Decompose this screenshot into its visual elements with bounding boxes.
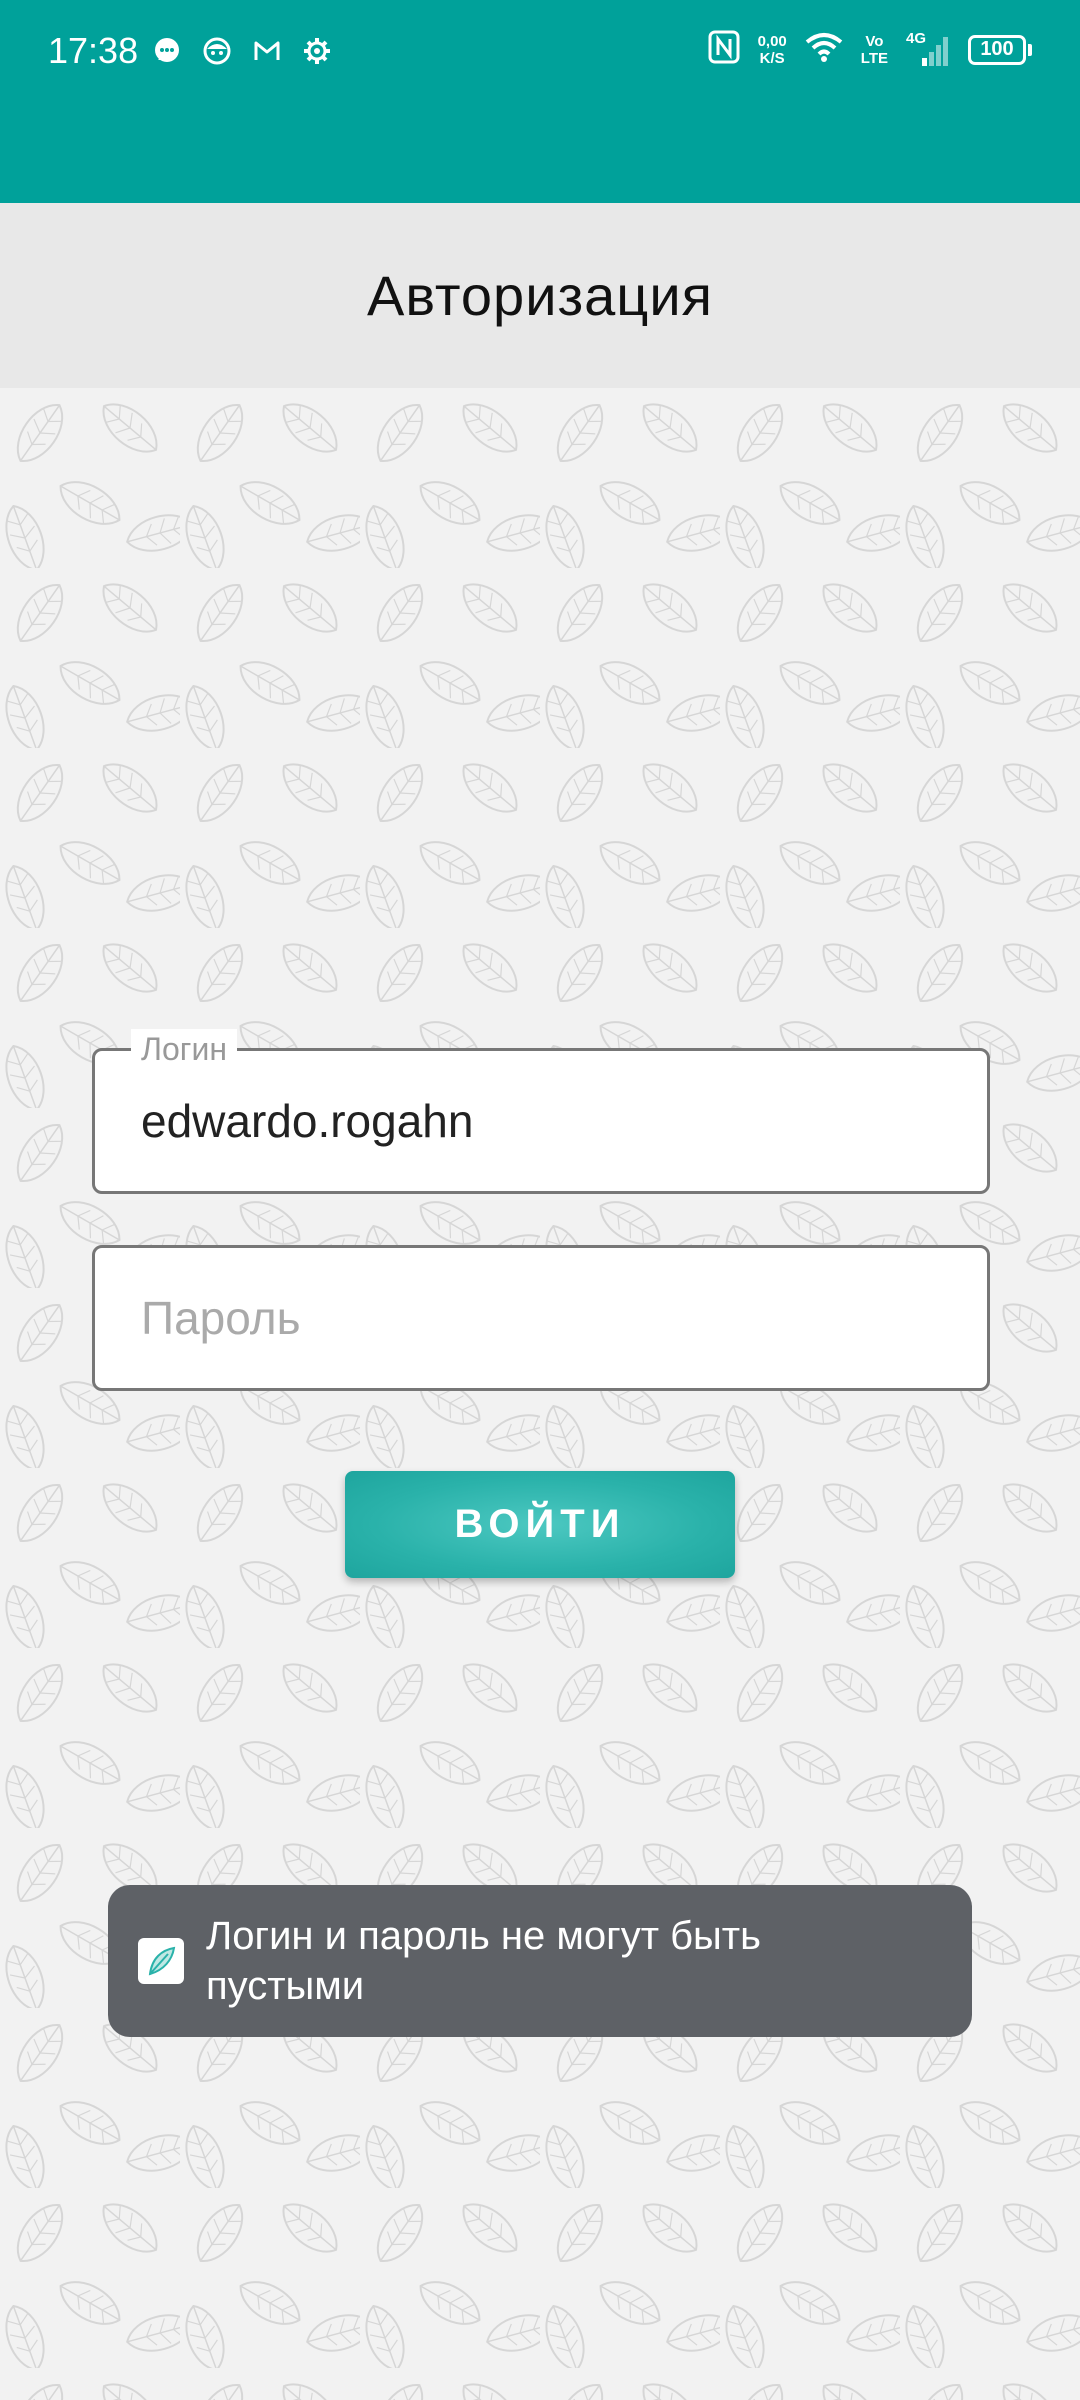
volte-top: Vo: [865, 32, 884, 50]
login-label: Логин: [131, 1029, 238, 1069]
status-bar: 17:38 0,00 K/S Vo LTE 4G 100: [0, 0, 1080, 203]
error-toast: Логин и пароль не могут быть пустыми: [108, 1885, 972, 2037]
face-icon: [200, 34, 234, 68]
chat-icon: [150, 34, 184, 68]
wifi-icon: [805, 32, 843, 67]
toast-message: Логин и пароль не могут быть пустыми: [206, 1914, 761, 2008]
app-header: Авторизация: [0, 203, 1080, 388]
password-field[interactable]: Пароль: [92, 1245, 990, 1391]
battery-level: 100: [968, 34, 1026, 65]
battery-icon: 100: [968, 34, 1032, 65]
network-speed-value: 0,00: [757, 32, 787, 50]
system-status-icons: 0,00 K/S Vo LTE 4G 100: [708, 30, 1032, 69]
status-time: 17:38: [48, 30, 139, 71]
volte-bottom: LTE: [860, 49, 888, 67]
signal-icon: 4G: [906, 30, 950, 68]
login-button[interactable]: ВОЙТИ: [345, 1471, 735, 1578]
network-speed: 0,00 K/S: [758, 33, 787, 67]
app-leaf-icon: [138, 1938, 184, 1984]
gmail-icon: [250, 34, 284, 68]
login-screen: Логин edwardo.rogahn Пароль ВОЙТИ Логин …: [0, 388, 1080, 2400]
login-input-value[interactable]: edwardo.rogahn: [141, 1091, 473, 1151]
network-speed-unit: K/S: [759, 49, 785, 67]
password-placeholder[interactable]: Пароль: [141, 1288, 301, 1348]
notification-icons: [150, 34, 334, 68]
settings-icon: [300, 34, 334, 68]
login-field[interactable]: Логин edwardo.rogahn: [92, 1029, 990, 1194]
nfc-icon: [708, 30, 740, 69]
leaf-background-pattern: [0, 388, 1080, 2400]
volte-indicator: Vo LTE: [861, 33, 888, 67]
page-title: Авторизация: [367, 264, 713, 327]
